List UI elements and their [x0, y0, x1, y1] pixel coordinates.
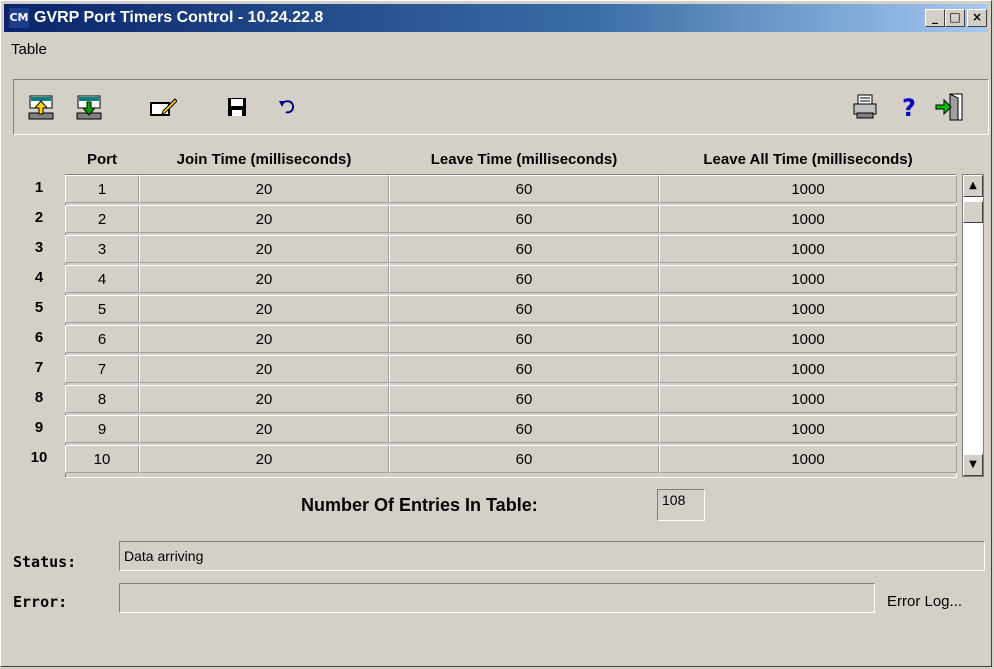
title-bar[interactable]: CM GVRP Port Timers Control - 10.24.22.8…	[4, 4, 988, 32]
row-number[interactable]: 9	[13, 419, 65, 436]
status-field: Data arriving	[119, 541, 985, 571]
table-cell[interactable]: 1000	[659, 355, 957, 383]
table-cell[interactable]: 3	[65, 235, 139, 263]
table-cell[interactable]: 20	[139, 205, 389, 233]
table-cell[interactable]: 1	[65, 175, 139, 203]
error-label: Error:	[13, 593, 68, 611]
print-icon[interactable]	[850, 92, 880, 122]
table-cell[interactable]: 1000	[659, 415, 957, 443]
table-cell[interactable]: 60	[389, 175, 659, 203]
close-button[interactable]: ×	[967, 9, 987, 27]
svg-text:?: ?	[902, 94, 916, 121]
table-cell[interactable]: 10	[65, 445, 139, 473]
scroll-down-button[interactable]: ▼	[963, 454, 983, 476]
row-number[interactable]: 1	[13, 179, 65, 196]
table-cell[interactable]: 20	[139, 175, 389, 203]
row-number[interactable]: 5	[13, 299, 65, 316]
table-cell[interactable]: 1000	[659, 325, 957, 353]
table-cell[interactable]: 1000	[659, 385, 957, 413]
table-cell[interactable]: 20	[139, 355, 389, 383]
scroll-up-button[interactable]: ▲	[963, 175, 983, 197]
row-number[interactable]: 3	[13, 239, 65, 256]
table-cell[interactable]: 20	[139, 325, 389, 353]
vertical-scrollbar[interactable]: ▲ ▼	[962, 174, 984, 477]
table-cell[interactable]: 9	[65, 415, 139, 443]
toolbar: ?	[13, 79, 989, 135]
column-header-join-time[interactable]: Join Time (milliseconds)	[139, 149, 389, 171]
row-number[interactable]: 8	[13, 389, 65, 406]
scroll-thumb[interactable]	[963, 201, 983, 223]
menu-bar: Table	[7, 41, 51, 63]
table-cell[interactable]: 20	[139, 235, 389, 263]
table-cell[interactable]: 60	[389, 415, 659, 443]
row-number[interactable]: 7	[13, 359, 65, 376]
table-cell[interactable]: 8	[65, 385, 139, 413]
table-cell[interactable]: 2	[65, 205, 139, 233]
column-header-leave-all-time[interactable]: Leave All Time (milliseconds)	[659, 149, 957, 171]
row-number[interactable]: 2	[13, 209, 65, 226]
table-cell[interactable]: 60	[389, 355, 659, 383]
table-cell[interactable]: 4	[65, 265, 139, 293]
download-icon[interactable]	[74, 92, 104, 122]
table-cell[interactable]: 1000	[659, 295, 957, 323]
table-cell[interactable]: 20	[139, 445, 389, 473]
table-cell[interactable]: 60	[389, 265, 659, 293]
error-field	[119, 583, 875, 613]
undo-icon[interactable]	[272, 92, 302, 122]
table-cell[interactable]: 1000	[659, 265, 957, 293]
upload-icon[interactable]	[26, 92, 56, 122]
menu-table[interactable]: Table	[7, 41, 51, 58]
table-cell[interactable]: 60	[389, 445, 659, 473]
save-icon[interactable]	[222, 92, 252, 122]
table-cell[interactable]: 20	[139, 265, 389, 293]
edit-icon[interactable]	[148, 92, 178, 122]
table-cell[interactable]: 6	[65, 325, 139, 353]
row-number[interactable]: 4	[13, 269, 65, 286]
maximize-button[interactable]: □	[945, 9, 965, 27]
table-cell[interactable]: 5	[65, 295, 139, 323]
gvrp-window: CM GVRP Port Timers Control - 10.24.22.8…	[0, 0, 992, 667]
table-cell[interactable]: 20	[139, 415, 389, 443]
minimize-button[interactable]: _	[925, 9, 945, 27]
table-cell[interactable]: 1000	[659, 205, 957, 233]
table-cell[interactable]: 7	[65, 355, 139, 383]
help-icon[interactable]: ?	[894, 92, 924, 122]
table-cell[interactable]: 60	[389, 205, 659, 233]
table-cell[interactable]: 60	[389, 385, 659, 413]
table-cell[interactable]: 60	[389, 235, 659, 263]
table-cell[interactable]: 1000	[659, 445, 957, 473]
table-cell[interactable]: 20	[139, 295, 389, 323]
row-number[interactable]: 6	[13, 329, 65, 346]
entries-label: Number Of Entries In Table:	[301, 495, 538, 515]
window-title: GVRP Port Timers Control - 10.24.22.8	[34, 9, 324, 26]
table-cell[interactable]: 20	[139, 385, 389, 413]
status-label: Status:	[13, 553, 77, 571]
exit-icon[interactable]	[934, 92, 964, 122]
table-cell[interactable]: 1000	[659, 175, 957, 203]
error-log-link[interactable]: Error Log...	[887, 593, 962, 610]
column-header-port[interactable]: Port	[65, 149, 139, 171]
table-cell[interactable]: 60	[389, 295, 659, 323]
table-cell[interactable]: 60	[389, 325, 659, 353]
entries-count: 108	[657, 489, 705, 521]
table-cell[interactable]: 1000	[659, 235, 957, 263]
column-header-leave-time[interactable]: Leave Time (milliseconds)	[389, 149, 659, 171]
row-number[interactable]: 10	[13, 449, 65, 466]
app-icon: CM	[9, 8, 29, 28]
